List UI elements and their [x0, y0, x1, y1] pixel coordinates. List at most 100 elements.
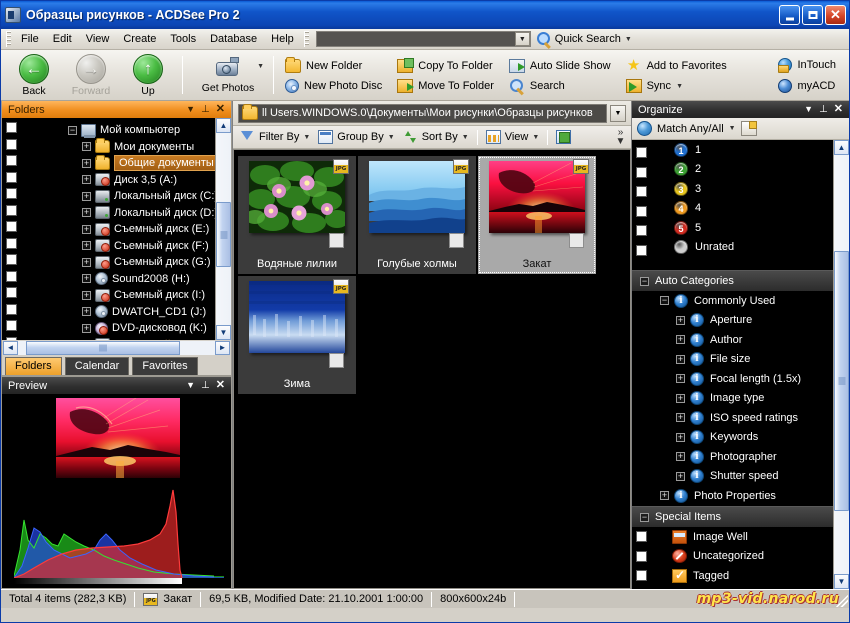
folder-checkbox[interactable]	[5, 138, 17, 150]
scroll-up-icon[interactable]: ▲	[216, 118, 231, 133]
move-to-folder-button[interactable]: Move To Folder	[393, 77, 501, 95]
expander-icon[interactable]: −	[68, 125, 77, 135]
new-folder-button[interactable]: New Folder	[281, 57, 389, 75]
folder-checkbox[interactable]	[5, 303, 17, 315]
folder-tree-item[interactable]: − Мой компьютер	[20, 122, 215, 139]
chevron-down-icon[interactable]: ▼	[532, 134, 539, 141]
folder-checkbox[interactable]	[5, 270, 17, 282]
panel-menu-icon[interactable]: ▼	[804, 105, 813, 114]
expander-icon[interactable]: +	[676, 432, 685, 442]
folder-checkbox[interactable]	[5, 171, 17, 183]
category-item[interactable]: + i Photographer	[652, 447, 833, 467]
tab-calendar[interactable]: Calendar	[64, 357, 130, 375]
chevron-down-icon[interactable]: ▼	[625, 36, 632, 43]
category-item[interactable]: + i Shutter speed	[652, 467, 833, 487]
folder-checkbox[interactable]	[5, 122, 17, 133]
category-item[interactable]: + i File size	[652, 350, 833, 370]
menu-file[interactable]: File	[14, 31, 46, 47]
scroll-track[interactable]	[834, 155, 849, 574]
overflow-chevron-icon[interactable]: » ▼	[613, 128, 631, 147]
rating-checkbox[interactable]	[636, 186, 647, 197]
folders-tree[interactable]: − Мой компьютер + Мои документы + Общие докум…	[20, 118, 215, 340]
rating-item[interactable]: 55	[652, 218, 833, 238]
sort-by-button[interactable]: Sort By ▼	[399, 128, 473, 146]
tab-favorites[interactable]: Favorites	[132, 357, 198, 375]
panel-menu-icon[interactable]: ▼	[186, 105, 195, 114]
folder-checkbox[interactable]	[5, 237, 17, 249]
match-any-all-label[interactable]: Match Any/All	[657, 123, 724, 135]
close-icon[interactable]: ✕	[216, 380, 225, 391]
special-items-header[interactable]: − Special Items	[632, 506, 833, 527]
group-by-button[interactable]: Group By ▼	[314, 128, 398, 146]
auto-categories-header[interactable]: − Auto Categories	[632, 270, 833, 291]
folders-vertical-scrollbar[interactable]: ▲ ▼	[215, 118, 231, 340]
thumbnail-checkbox[interactable]	[449, 233, 464, 248]
expander-icon[interactable]: +	[82, 224, 91, 234]
expander-icon[interactable]: +	[676, 471, 685, 481]
collapse-icon[interactable]: −	[640, 276, 649, 286]
new-photo-disc-button[interactable]: New Photo Disc	[281, 77, 389, 95]
folder-tree-item[interactable]: +Локальный диск (Z:)	[20, 337, 215, 340]
folder-tree-item[interactable]: + Съемный диск (I:)	[20, 287, 215, 304]
copy-to-folder-button[interactable]: Copy To Folder	[393, 57, 501, 75]
rating-item[interactable]: 11	[652, 140, 833, 160]
folder-tree-item[interactable]: + Съемный диск (G:)	[20, 254, 215, 271]
rating-checkbox[interactable]	[636, 205, 647, 217]
folder-tree-item[interactable]: + Съемный диск (E:)	[20, 221, 215, 238]
view-button[interactable]: View ▼	[482, 128, 544, 146]
folder-checkbox[interactable]	[5, 336, 17, 340]
search-button[interactable]: Search	[505, 77, 618, 95]
folder-tree-item[interactable]: + Съемный диск (F:)	[20, 238, 215, 255]
special-item-checkbox[interactable]	[636, 570, 647, 581]
menu-create[interactable]: Create	[116, 31, 163, 47]
sync-button[interactable]: Sync ▼	[622, 77, 734, 95]
chevron-down-icon[interactable]: ▼	[303, 134, 310, 141]
forward-button[interactable]: → Forward	[64, 54, 118, 97]
scroll-track-h[interactable]	[18, 340, 215, 355]
rating-checkbox[interactable]	[636, 244, 647, 256]
expander-icon[interactable]: +	[676, 413, 685, 423]
expander-icon[interactable]: +	[676, 315, 685, 325]
ratings-tree[interactable]: 1 1 2 2 3 3 4 4 5 5 Unrated	[652, 140, 833, 270]
category-item[interactable]: + i Image type	[652, 389, 833, 409]
scroll-down-icon[interactable]: ▼	[216, 325, 231, 340]
expander-icon[interactable]: +	[660, 491, 669, 501]
myacd-button[interactable]: myACD	[774, 77, 843, 95]
chevron-down-icon[interactable]: ▼	[257, 63, 264, 70]
menu-grip[interactable]	[6, 31, 11, 47]
expander-icon[interactable]: +	[676, 452, 685, 462]
folder-checkbox[interactable]	[5, 320, 17, 331]
properties-toggle-button[interactable]: ✓	[552, 128, 575, 146]
category-item[interactable]: + i Photo Properties	[652, 486, 833, 506]
path-input[interactable]: ll Users.WINDOWS.0\Документы\Мои рисунки…	[238, 103, 607, 123]
expander-icon[interactable]: +	[82, 290, 91, 300]
expander-icon[interactable]: +	[82, 175, 91, 185]
expander-icon[interactable]: +	[676, 335, 685, 345]
rating-checkbox[interactable]	[636, 147, 647, 158]
scroll-up-icon[interactable]: ▲	[834, 140, 849, 155]
special-item-checkbox[interactable]	[636, 550, 647, 562]
expander-icon[interactable]: −	[660, 296, 669, 306]
folder-tree-item[interactable]: + DVD-дисковод (K:)	[20, 320, 215, 337]
scroll-left-icon[interactable]: ◄	[3, 340, 18, 355]
intouch-button[interactable]: InTouch	[774, 56, 843, 74]
folder-tree-item[interactable]: + DWATCH_CD1 (J:)	[20, 304, 215, 321]
search-grip[interactable]	[303, 31, 309, 47]
tab-folders[interactable]: Folders	[5, 357, 62, 375]
special-item[interactable]: Image Well	[652, 527, 833, 547]
category-item[interactable]: + i Focal length (1.5x)	[652, 369, 833, 389]
expander-icon[interactable]: +	[82, 208, 91, 218]
expander-icon[interactable]: +	[676, 393, 685, 403]
rating-item[interactable]: Unrated	[652, 238, 833, 258]
back-button[interactable]: ← Back	[7, 54, 61, 97]
expander-icon[interactable]: +	[676, 374, 685, 384]
auto-categories-tree[interactable]: − i Commonly Used + i Aperture + i Author + i File …	[652, 291, 833, 506]
chevron-down-icon[interactable]: ▼	[729, 125, 736, 132]
auto-slide-show-button[interactable]: Auto Slide Show	[505, 57, 618, 75]
organize-vertical-scrollbar[interactable]: ▲ ▼	[833, 140, 849, 589]
special-item[interactable]: Uncategorized	[652, 547, 833, 567]
scroll-right-icon[interactable]: ►	[215, 340, 230, 355]
scroll-thumb[interactable]	[834, 251, 849, 512]
maximize-button[interactable]	[802, 4, 823, 25]
expander-icon[interactable]: +	[82, 274, 91, 284]
